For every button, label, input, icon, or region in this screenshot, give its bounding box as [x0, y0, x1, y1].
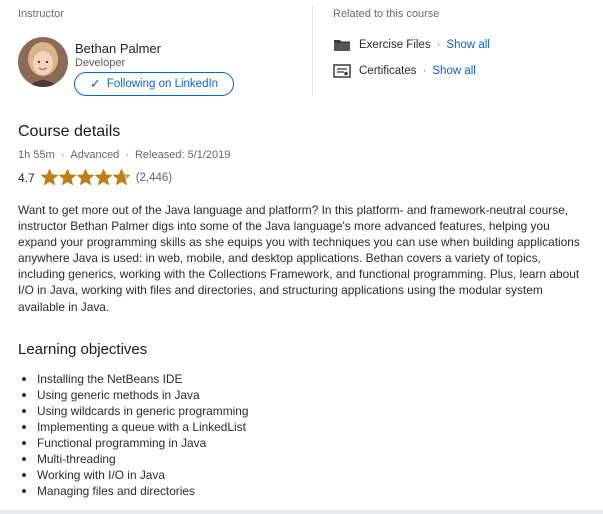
list-item: Multi-threading — [22, 451, 337, 467]
certificates-show-all-link[interactable]: Show all — [432, 65, 475, 77]
instructor-title: Developer — [75, 57, 126, 69]
star-icon — [94, 169, 112, 186]
related-label: Related to this course — [333, 8, 440, 20]
learning-objectives-heading: Learning objectives — [18, 341, 148, 358]
related-item-label: Certificates — [359, 65, 417, 77]
star-icon — [112, 169, 130, 186]
star-icon — [58, 169, 76, 186]
list-item: Implementing a queue with a LinkedList — [22, 419, 337, 435]
related-section: Related to this course Exercise Files · … — [333, 8, 593, 78]
avatar[interactable] — [18, 37, 68, 87]
list-item: Using wildcards in generic programming — [22, 403, 337, 419]
bottom-divider — [0, 510, 603, 514]
course-meta: 1h 55m · Advanced · Released: 5/1/2019 — [18, 149, 230, 161]
course-description: Want to get more out of the Java languag… — [18, 203, 580, 314]
instructor-label: Instructor — [18, 8, 64, 20]
rating-count: (2,446) — [135, 171, 173, 184]
section-divider — [312, 6, 313, 96]
related-item-exercise-files: Exercise Files · Show all — [333, 36, 490, 54]
rating-value: 4.7 — [18, 170, 35, 185]
list-item: Working with I/O in Java — [22, 467, 337, 483]
certificate-icon — [333, 64, 351, 78]
dot-separator: · — [60, 149, 65, 161]
following-linkedin-button[interactable]: ✓ Following on LinkedIn — [74, 72, 234, 96]
dot-separator: · — [436, 39, 441, 51]
list-item: Functional programming in Java — [22, 435, 337, 451]
star-icon — [76, 169, 94, 186]
dot-separator: · — [422, 65, 427, 77]
folder-icon — [333, 38, 351, 52]
checkmark-icon: ✓ — [89, 76, 101, 91]
related-item-certificates: Certificates · Show all — [333, 62, 476, 80]
exercise-files-show-all-link[interactable]: Show all — [446, 39, 489, 51]
course-duration: 1h 55m — [18, 149, 55, 161]
follow-label: Following on LinkedIn — [106, 78, 219, 90]
instructor-card: Bethan Palmer Developer ✓ Following on L… — [18, 37, 308, 97]
course-rating: 4.7 (2,446) — [18, 169, 172, 186]
course-released: Released: 5/1/2019 — [134, 149, 231, 161]
star-icon — [40, 169, 58, 186]
related-item-label: Exercise Files — [359, 39, 431, 51]
list-item: Managing files and directories — [22, 483, 337, 499]
list-item: Using generic methods in Java — [22, 387, 337, 403]
instructor-name[interactable]: Bethan Palmer — [75, 41, 161, 56]
course-details-heading: Course details — [18, 123, 121, 140]
rating-stars — [40, 169, 130, 186]
list-item: Installing the NetBeans IDE — [22, 371, 337, 387]
dot-separator: · — [125, 149, 129, 161]
instructor-section: Instructor Bethan Palmer Developer ✓ Fol… — [18, 8, 308, 96]
learning-objectives-list: Installing the NetBeans IDE Using generi… — [22, 371, 337, 499]
course-level: Advanced — [70, 149, 120, 161]
